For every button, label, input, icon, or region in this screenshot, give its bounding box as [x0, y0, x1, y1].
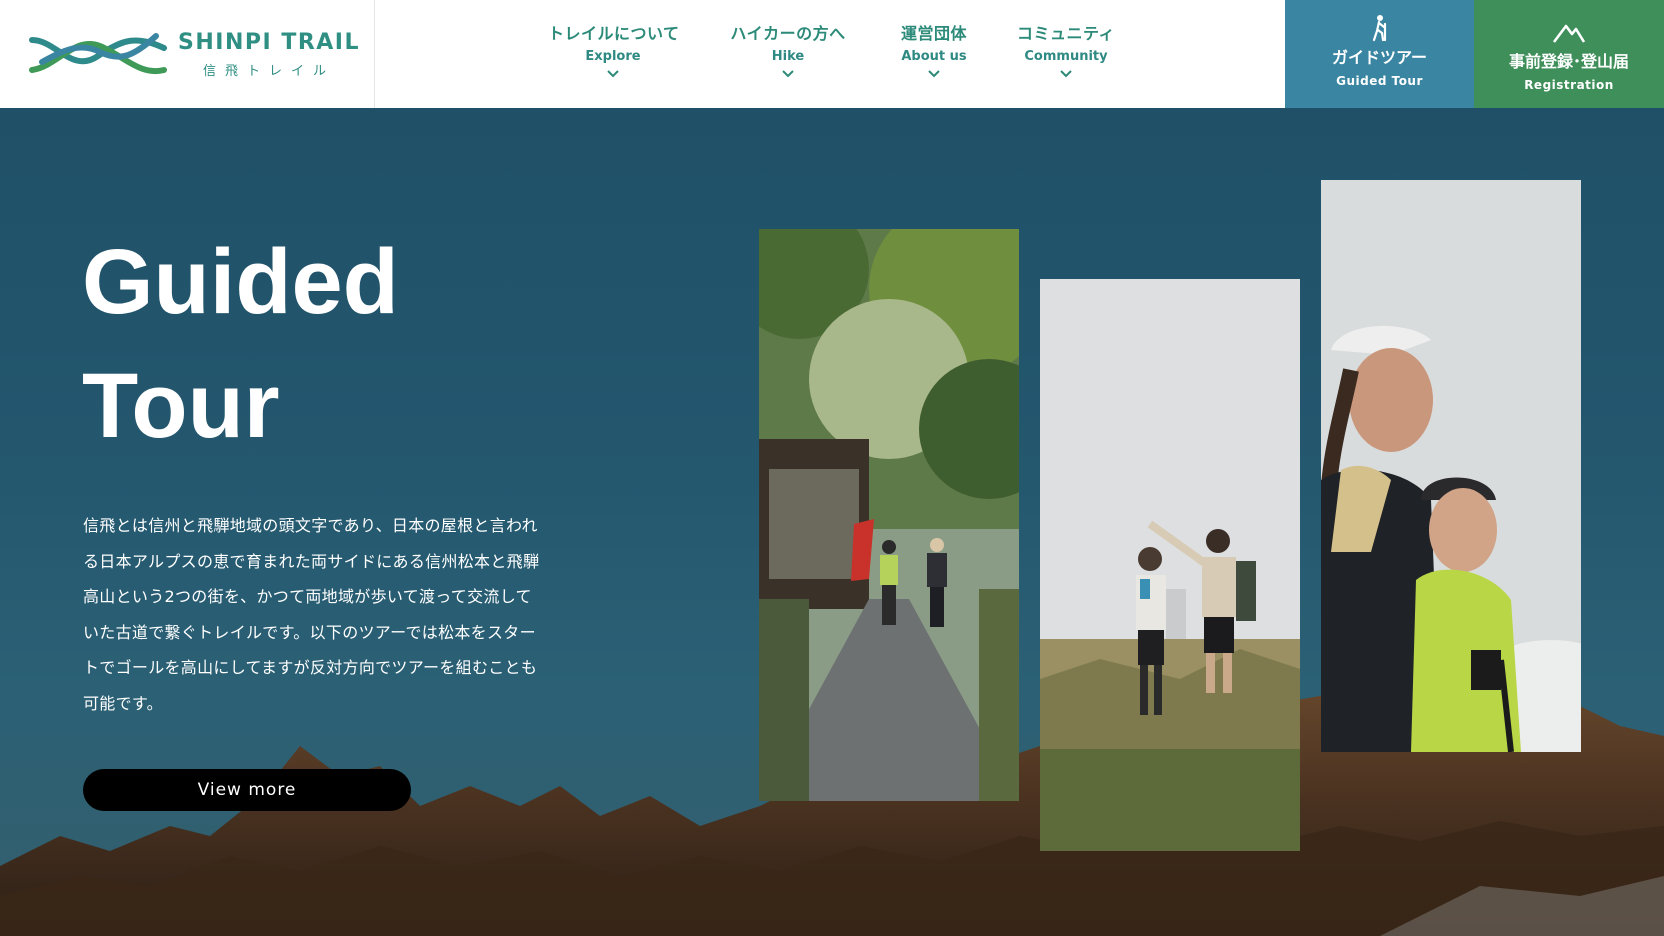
- nav-label-jp: ハイカーの方へ: [730, 24, 846, 43]
- hikers-portrait-image: [1321, 180, 1581, 752]
- title-line-2: Tour: [82, 355, 280, 457]
- photo-forest-trail: [759, 229, 1019, 801]
- page-title: Guided Tour: [82, 220, 399, 468]
- cta-label-jp: ガイドツアー: [1331, 48, 1428, 67]
- nav-label-en: About us: [901, 49, 967, 64]
- chevron-down-icon: [1060, 70, 1072, 78]
- nav-item-about-us[interactable]: 運営団体 About us: [884, 20, 984, 78]
- logo-subtitle: 信飛トレイル: [203, 64, 336, 79]
- nav-label-en: Community: [1024, 49, 1108, 64]
- hiker-icon: [1372, 15, 1386, 42]
- nav-label-jp: コミュニティ: [1016, 24, 1116, 43]
- view-more-button[interactable]: View more: [83, 769, 411, 811]
- hero-section: Guided Tour 信飛とは信州と飛騨地域の頭文字であり、日本の屋根と言われ…: [0, 108, 1664, 936]
- nav-label-jp: トレイルについて: [548, 24, 680, 43]
- chevron-down-icon: [607, 70, 619, 78]
- nav-item-explore[interactable]: トレイルについて Explore: [548, 20, 680, 78]
- cta-label-jp: 事前登録･登山届: [1508, 52, 1629, 71]
- hero-description: 信飛とは信州と飛騨地域の頭文字であり、日本の屋根と言われる日本アルプスの恵で育ま…: [83, 516, 540, 713]
- nav-label-jp: 運営団体: [900, 24, 967, 43]
- photo-hikers-portrait: [1321, 180, 1581, 752]
- mountain-icon: [1552, 24, 1586, 43]
- logo-name: SHINPI TRAIL: [178, 30, 361, 55]
- registration-button[interactable]: 事前登録･登山届 Registration: [1474, 0, 1664, 108]
- nav-label-en: Explore: [585, 49, 641, 64]
- nav-label-en: Hike: [771, 49, 805, 64]
- logo[interactable]: SHINPI TRAIL 信飛トレイル: [0, 0, 375, 108]
- site-header: SHINPI TRAIL 信飛トレイル トレイルについて Explore ハイカ…: [0, 0, 1664, 108]
- nav-item-community[interactable]: コミュニティ Community: [1010, 20, 1122, 78]
- forest-trail-image: [759, 229, 1019, 801]
- nav-item-hike[interactable]: ハイカーの方へ Hike: [723, 20, 853, 78]
- hikers-fog-image: [1040, 279, 1300, 851]
- photo-hikers-fog: [1040, 279, 1300, 851]
- cta-label-en: Registration: [1524, 78, 1614, 92]
- trail-logo-icon: [29, 33, 167, 75]
- chevron-down-icon: [928, 70, 940, 78]
- chevron-down-icon: [782, 70, 794, 78]
- guided-tour-button[interactable]: ガイドツアー Guided Tour: [1285, 0, 1474, 108]
- title-line-1: Guided: [82, 231, 399, 333]
- cta-label-en: Guided Tour: [1336, 74, 1423, 88]
